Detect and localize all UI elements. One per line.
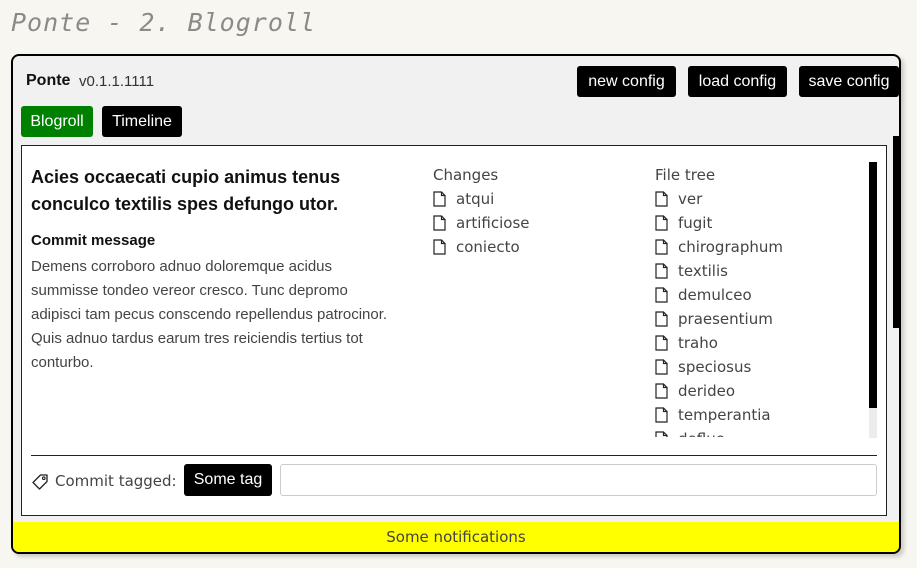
tree-file[interactable]: praesentium xyxy=(655,307,783,331)
file-icon xyxy=(655,359,668,375)
file-icon xyxy=(655,215,668,231)
file-name: fugit xyxy=(678,214,713,232)
tree-file[interactable]: deflue xyxy=(655,427,783,437)
commit-title: Acies occaecati cupio animus tenus concu… xyxy=(31,167,341,214)
app-name: Ponte xyxy=(26,72,71,89)
tree-file[interactable]: demulceo xyxy=(655,283,783,307)
file-icon xyxy=(655,191,668,207)
save-config-button[interactable]: save config xyxy=(799,66,899,97)
file-name: chirographum xyxy=(678,238,783,256)
file-tree-list: ver fugit chirographum textilis demulceo… xyxy=(655,187,783,437)
divider xyxy=(31,455,877,456)
tree-file[interactable]: temperantia xyxy=(655,403,783,427)
file-icon xyxy=(655,383,668,399)
changes-list: atqui artificiose coniecto xyxy=(433,187,530,259)
app-version: v0.1.1.1111 xyxy=(79,73,155,90)
tree-file[interactable]: textilis xyxy=(655,259,783,283)
tag-chip[interactable]: Some tag xyxy=(184,464,272,496)
app-window: Ponte v0.1.1.1111 new config load config… xyxy=(11,54,901,554)
file-name: textilis xyxy=(678,262,728,280)
file-icon xyxy=(433,239,446,255)
file-name: temperantia xyxy=(678,406,771,424)
tree-file[interactable]: derideo xyxy=(655,379,783,403)
file-icon xyxy=(433,215,446,231)
file-name: coniecto xyxy=(456,238,520,256)
commit-panel: Acies occaecati cupio animus tenus concu… xyxy=(21,145,887,516)
tag-input[interactable] xyxy=(280,464,877,496)
file-icon xyxy=(655,335,668,351)
tree-file[interactable]: speciosus xyxy=(655,355,783,379)
tree-file[interactable]: ver xyxy=(655,187,783,211)
file-icon xyxy=(655,263,668,279)
tab-blogroll[interactable]: Blogroll xyxy=(21,106,93,137)
tree-file[interactable]: traho xyxy=(655,331,783,355)
file-name: praesentium xyxy=(678,310,773,328)
file-icon xyxy=(655,239,668,255)
window-scrollbar[interactable] xyxy=(893,136,899,328)
file-name: speciosus xyxy=(678,358,752,376)
file-name: atqui xyxy=(456,190,495,208)
page-heading: Ponte - 2. Blogroll xyxy=(11,8,316,37)
file-name: deflue xyxy=(678,430,725,437)
file-icon xyxy=(433,191,446,207)
tree-file[interactable]: fugit xyxy=(655,211,783,235)
file-icon xyxy=(655,287,668,303)
changed-file[interactable]: coniecto xyxy=(433,235,530,259)
file-name: traho xyxy=(678,334,718,352)
changed-file[interactable]: atqui xyxy=(433,187,530,211)
file-tree-header: File tree xyxy=(655,166,716,184)
tag-icon xyxy=(32,474,48,490)
notification-bar: Some notifications xyxy=(13,522,899,552)
file-icon xyxy=(655,311,668,327)
changed-file[interactable]: artificiose xyxy=(433,211,530,235)
file-name: demulceo xyxy=(678,286,752,304)
new-config-button[interactable]: new config xyxy=(577,66,676,97)
file-name: derideo xyxy=(678,382,736,400)
load-config-button[interactable]: load config xyxy=(688,66,787,97)
file-icon xyxy=(655,407,668,423)
file-tree: ver fugit chirographum textilis demulceo… xyxy=(655,187,865,437)
file-tree-scrollbar-thumb[interactable] xyxy=(869,162,877,408)
commit-message: Demens corroboro adnuo doloremque acidus… xyxy=(31,258,388,371)
tree-file[interactable]: chirographum xyxy=(655,235,783,259)
file-icon xyxy=(655,431,668,437)
file-name: artificiose xyxy=(456,214,530,232)
commit-tagged-label: Commit tagged: xyxy=(55,472,177,490)
changes-header: Changes xyxy=(433,166,499,184)
file-name: ver xyxy=(678,190,703,208)
tab-timeline[interactable]: Timeline xyxy=(102,106,182,137)
commit-message-label: Commit message xyxy=(31,232,156,249)
